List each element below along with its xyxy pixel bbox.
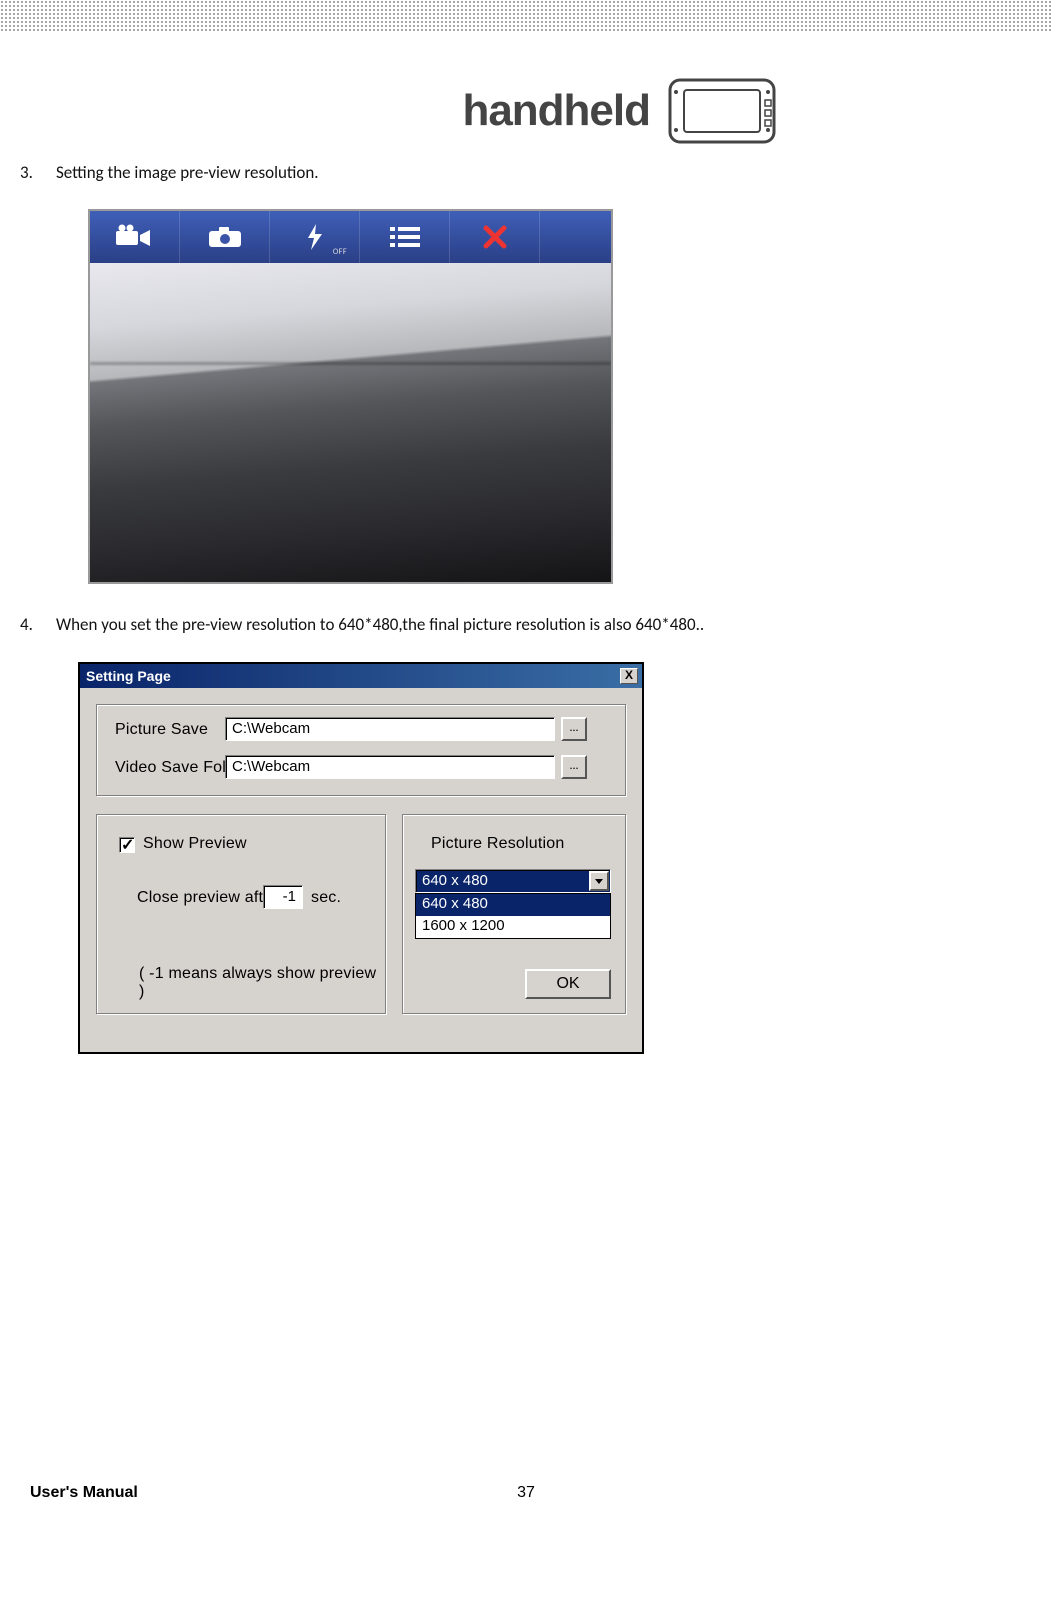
brand-text: handheld: [462, 86, 650, 136]
step-3-number: 3.: [20, 162, 33, 183]
camera-app-screenshot: OFF: [88, 209, 613, 584]
ok-button[interactable]: OK: [525, 969, 611, 999]
resolution-selected: 640 x 480: [422, 872, 488, 889]
close-after-suffix: sec.: [311, 889, 341, 907]
resolution-option[interactable]: 1600 x 1200: [416, 916, 610, 938]
flash-off-label: OFF: [333, 247, 347, 257]
resolution-dropdown-list: 640 x 480 1600 x 1200: [415, 893, 611, 939]
resolution-group: Picture Resolution 640 x 480 640 x 480 1…: [402, 814, 626, 1014]
picture-save-field[interactable]: C:\Webcam: [225, 717, 555, 741]
dialog-title: Setting Page: [86, 668, 171, 684]
photo-mode-button[interactable]: [180, 211, 270, 263]
footer-title: User's Manual: [30, 1484, 138, 1502]
camera-preview-area: [90, 263, 611, 582]
list-menu-button[interactable]: [360, 211, 450, 263]
close-after-field[interactable]: -1: [263, 885, 303, 909]
picture-save-browse-button[interactable]: ...: [561, 717, 587, 741]
picture-resolution-label: Picture Resolution: [431, 835, 564, 853]
picture-save-label: Picture Save: [115, 721, 208, 739]
step-4-text: When you set the pre-view resolution to …: [56, 614, 962, 635]
chevron-down-icon[interactable]: [589, 871, 609, 891]
show-preview-label: Show Preview: [143, 835, 247, 853]
flash-toggle-button[interactable]: OFF: [270, 211, 360, 263]
page-footer: User's Manual 37: [30, 1484, 1022, 1502]
preview-hint: ( -1 means always show preview ): [139, 965, 385, 1001]
video-save-field[interactable]: C:\Webcam: [225, 755, 555, 779]
video-mode-button[interactable]: [90, 211, 180, 263]
page-top-border: [0, 0, 1052, 32]
device-icon: [662, 72, 782, 150]
preview-group: Show Preview Close preview after -1 sec.…: [96, 814, 386, 1014]
video-save-browse-button[interactable]: ...: [561, 755, 587, 779]
step-3-text: Setting the image pre-view resolution.: [56, 162, 319, 183]
page-content: handheld 3. Setting the image pre-view r…: [0, 32, 1052, 1532]
settings-dialog-screenshot: Setting Page X Picture Save C:\Webcam ..…: [78, 662, 644, 1054]
show-preview-checkbox[interactable]: [119, 837, 135, 853]
save-paths-group: Picture Save C:\Webcam ... Video Save Fo…: [96, 704, 626, 796]
footer-page-number: 37: [517, 1484, 535, 1502]
brand-logo: handheld: [462, 72, 782, 150]
camera-toolbar: OFF: [90, 211, 611, 263]
resolution-option[interactable]: 640 x 480: [416, 894, 610, 916]
close-after-prefix: Close preview after: [137, 889, 278, 907]
dialog-titlebar: Setting Page X: [80, 664, 642, 688]
resolution-combo[interactable]: 640 x 480: [415, 869, 611, 893]
dialog-close-button[interactable]: X: [620, 668, 638, 684]
step-4-number: 4.: [20, 614, 33, 635]
close-button[interactable]: [450, 211, 540, 263]
